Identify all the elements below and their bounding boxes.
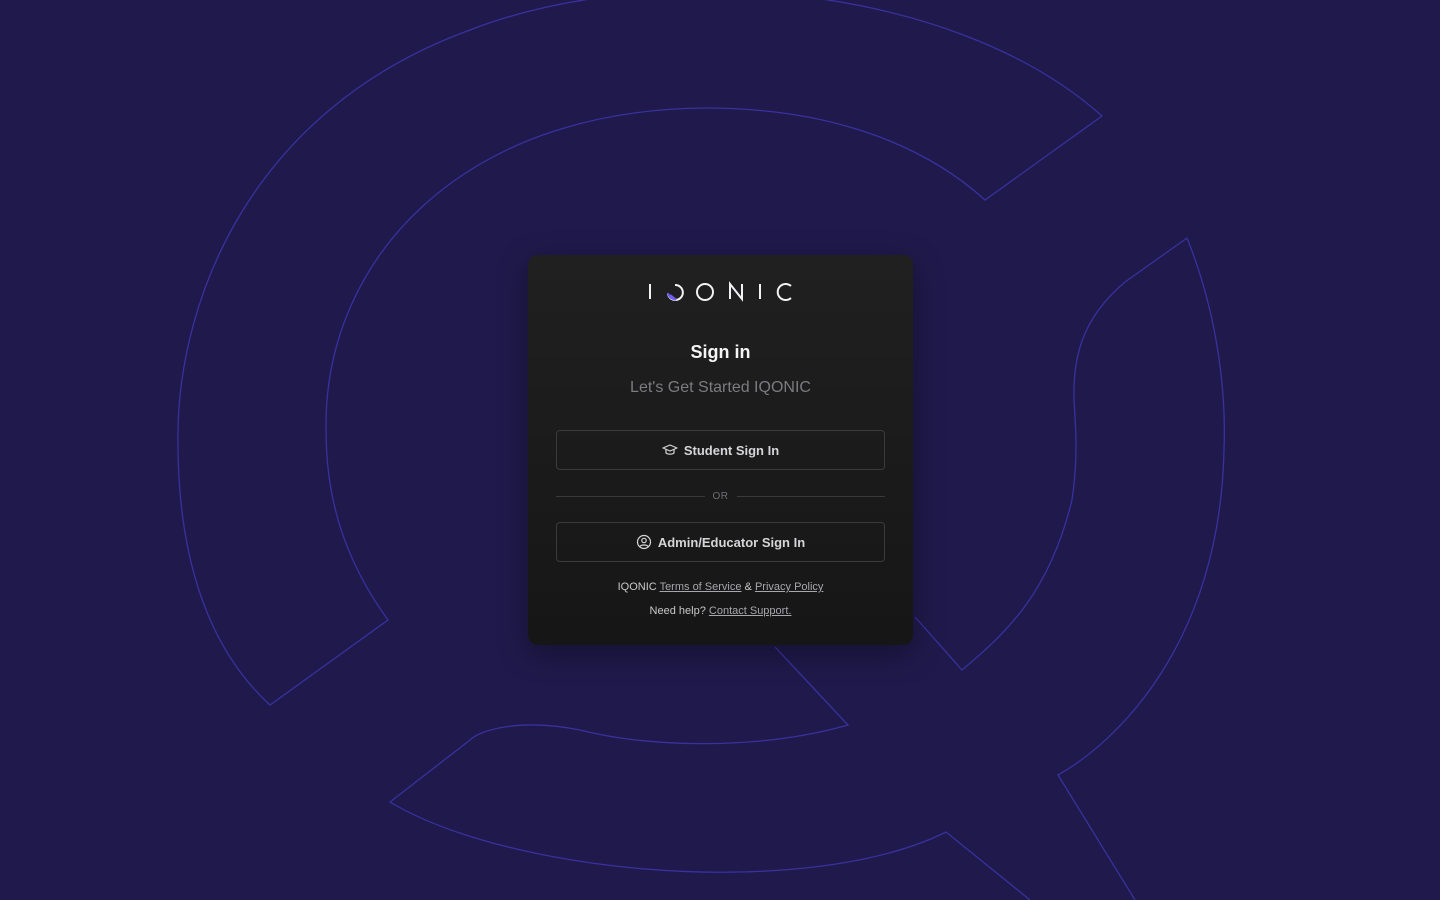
student-signin-label: Student Sign In xyxy=(683,442,780,458)
iqonic-logo-icon xyxy=(648,281,792,302)
legal-brand: IQONIC xyxy=(617,581,657,593)
user-circle-icon xyxy=(636,534,652,550)
admin-educator-signin-label: Admin/Educator Sign In xyxy=(657,534,806,550)
help-text: Need help? Contact Support. xyxy=(528,605,913,617)
graduation-cap-icon xyxy=(662,442,678,458)
privacy-policy-link[interactable]: Privacy Policy xyxy=(755,581,823,593)
divider-line-right xyxy=(736,495,885,497)
divider-label: OR xyxy=(712,490,729,502)
help-prefix: Need help? xyxy=(649,605,706,617)
legal-text: IQONIC Terms of Service & Privacy Policy xyxy=(528,581,913,593)
page-title: Sign in xyxy=(690,342,751,362)
page-subtitle: Let's Get Started IQONIC xyxy=(630,379,811,396)
iqonic-logo xyxy=(528,281,913,303)
student-signin-button[interactable]: Student Sign In xyxy=(556,430,885,470)
admin-educator-signin-button[interactable]: Admin/Educator Sign In xyxy=(556,522,885,562)
legal-ampersand: & xyxy=(744,581,752,593)
or-divider: OR xyxy=(556,488,885,504)
divider-line-left xyxy=(556,495,705,497)
contact-support-link[interactable]: Contact Support. xyxy=(709,605,792,617)
signin-card: Sign in Let's Get Started IQONIC Student… xyxy=(528,255,913,645)
terms-of-service-link[interactable]: Terms of Service xyxy=(660,581,742,593)
